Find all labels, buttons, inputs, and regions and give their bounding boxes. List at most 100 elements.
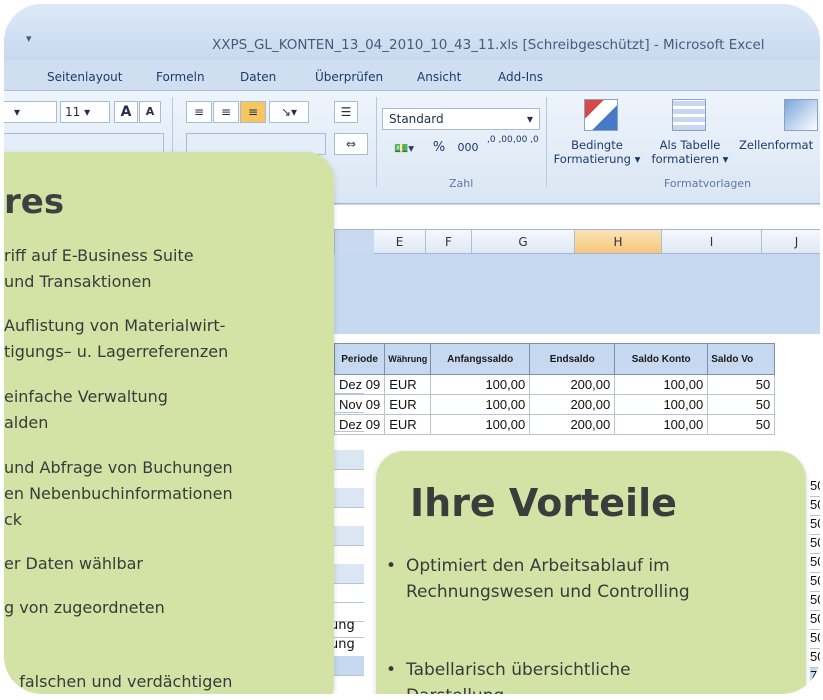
grow-font-button[interactable]: A [114, 101, 138, 123]
partial-value-cell[interactable]: 50 [810, 573, 820, 592]
table-row[interactable]: Nov 09 EUR 100,00 200,00 100,00 50 [333, 394, 776, 415]
font-name-dropdown[interactable]: ▾ [4, 101, 57, 123]
table-row[interactable]: Dez 09 EUR 100,00 200,00 100,00 50 [333, 374, 776, 395]
align-top-button[interactable]: ≡ [186, 101, 212, 123]
cell-anfangssaldo[interactable]: 100,00 [430, 374, 531, 395]
cell-periode[interactable]: Dez 09 [333, 374, 386, 395]
partial-value-cell[interactable]: 50 [810, 478, 820, 497]
conditional-formatting-button[interactable]: Bedingte Formatierung ▾ [549, 138, 645, 166]
partial-value-cell[interactable]: 50 [810, 554, 820, 573]
table-header[interactable]: Saldo Konto [614, 343, 709, 375]
feature-line: er Daten wählbar [4, 554, 143, 573]
increase-decimal-button[interactable]: ,0 ,00 [487, 135, 513, 146]
feature-line: ck [4, 510, 23, 529]
column-header-j[interactable]: J [762, 230, 820, 254]
cell-anfangssaldo[interactable]: 100,00 [430, 394, 531, 415]
table-header[interactable]: Endsaldo [529, 343, 616, 375]
shrink-font-button[interactable]: A [139, 101, 161, 123]
partial-value-cell[interactable]: 50 [810, 535, 820, 554]
cond-format-label-2: Formatierung [553, 152, 631, 166]
merge-center-icon[interactable]: ⇔ [334, 133, 368, 155]
cell-saldo-vo[interactable]: 50 [707, 394, 776, 415]
cell-waehrung[interactable]: EUR [384, 374, 432, 395]
feature-line: und Abfrage von Buchungen [4, 458, 233, 477]
column-header-i[interactable]: I [662, 230, 762, 254]
table-header[interactable]: Anfangssaldo [430, 343, 531, 375]
format-as-table-button[interactable]: Als Tabelle formatieren ▾ [644, 138, 736, 166]
feature-line: n falschen und verdächtigen [4, 672, 233, 691]
cell-saldo-vo[interactable]: 50 [707, 374, 776, 395]
benefit-item: • Tabellarisch übersichtliche Darstellun… [386, 657, 726, 694]
feature-line: riff auf E-Business Suite [4, 246, 194, 265]
conditional-formatting-icon [584, 99, 618, 131]
tab-ueberpruefen[interactable]: Überprüfen [315, 70, 383, 84]
table-header[interactable]: Währung [384, 343, 432, 375]
partial-value-cell[interactable]: 50 [810, 649, 820, 668]
tab-add-ins[interactable]: Add-Ins [498, 70, 543, 84]
orientation-button[interactable]: ↘▾ [269, 101, 309, 123]
tab-daten[interactable]: Daten [240, 70, 276, 84]
data-table: Periode Währung Anfangssaldo Endsaldo Sa… [333, 343, 776, 435]
as-table-label-1: Als Tabelle [659, 138, 721, 152]
cell-saldo-konto[interactable]: 100,00 [614, 374, 709, 395]
cell-anfangssaldo[interactable]: 100,00 [430, 414, 531, 435]
cell-endsaldo[interactable]: 200,00 [529, 374, 616, 395]
cell-endsaldo[interactable]: 200,00 [529, 394, 616, 415]
table-header[interactable]: Saldo Vo [707, 343, 776, 375]
cell-styles-icon [784, 99, 818, 131]
partial-value-cell[interactable]: 50 [810, 592, 820, 611]
partial-value-cell[interactable]: 50 [810, 611, 820, 630]
features-card: res riff auf E-Business Suite und Transak… [4, 152, 334, 694]
feature-line: und Transaktionen [4, 272, 152, 291]
partial-value-cell[interactable]: 50 [810, 497, 820, 516]
number-group-label: Zahl [449, 177, 474, 190]
wrap-text-icon[interactable]: ☰ [334, 101, 358, 123]
feature-line: Auflistung von Materialwirt- [4, 316, 226, 335]
title-bar: ▾ XXPS_GL_KONTEN_13_04_2010_10_43_11.xls… [4, 4, 820, 60]
tab-seitenlayout[interactable]: Seitenlayout [47, 70, 122, 84]
as-table-label-2: formatieren [651, 152, 720, 166]
align-bottom-button[interactable]: ≡ [240, 101, 266, 123]
accounting-format-button[interactable]: 💵▾ [384, 141, 424, 155]
column-header-f[interactable]: F [426, 230, 472, 254]
cell-saldo-vo[interactable]: 50 [707, 414, 776, 435]
feature-line: tigungs– u. Lagerreferenzen [4, 342, 229, 361]
number-format-dropdown[interactable]: Standard ▾ [382, 108, 540, 130]
tab-ansicht[interactable]: Ansicht [417, 70, 461, 84]
cell-waehrung[interactable]: EUR [384, 394, 432, 415]
window-title: XXPS_GL_KONTEN_13_04_2010_10_43_11.xls [… [212, 37, 765, 53]
table-header[interactable]: Periode [333, 343, 386, 375]
styles-group-label: Formatvorlagen [664, 177, 752, 190]
column-header-g[interactable]: G [472, 230, 575, 254]
cell-periode[interactable]: Nov 09 [333, 394, 386, 415]
feature-line: en Nebenbuchinformationen [4, 484, 233, 503]
cond-format-label-1: Bedingte [571, 138, 623, 152]
font-size-dropdown[interactable]: 11 ▾ [60, 101, 110, 123]
partial-value-cell[interactable]: 7 [810, 668, 820, 687]
benefit-text: Tabellarisch übersichtliche Darstellung [406, 660, 631, 694]
quick-access-arrow-icon[interactable]: ▾ [26, 32, 32, 45]
partial-value-cell[interactable]: 50 [810, 516, 820, 535]
thousands-separator-button[interactable]: 000 [454, 141, 482, 155]
cell-periode[interactable]: Dez 09 [333, 414, 386, 435]
cell-waehrung[interactable]: EUR [384, 414, 432, 435]
partial-value-cell[interactable]: 50 [810, 630, 820, 649]
table-row[interactable]: Dez 09 EUR 100,00 200,00 100,00 50 [333, 414, 776, 435]
tab-formeln[interactable]: Formeln [156, 70, 205, 84]
benefits-card: Ihre Vorteile • Optimiert den Arbeitsabl… [376, 451, 806, 694]
cell-endsaldo[interactable]: 200,00 [529, 414, 616, 435]
bullet-icon: • [386, 660, 397, 680]
features-heading: res [4, 182, 65, 222]
ribbon-tabs: Seitenlayout Formeln Daten Überprüfen An… [4, 60, 820, 91]
cell-styles-button[interactable]: Zellenformat [739, 138, 820, 152]
column-header-h[interactable]: H [575, 230, 662, 254]
align-middle-button[interactable]: ≡ [213, 101, 239, 123]
column-header-e[interactable]: E [374, 230, 426, 254]
excel-window: ▾ XXPS_GL_KONTEN_13_04_2010_10_43_11.xls… [4, 4, 820, 694]
cell-saldo-konto[interactable]: 100,00 [614, 394, 709, 415]
cell-saldo-konto[interactable]: 100,00 [614, 414, 709, 435]
percent-button[interactable]: % [429, 141, 449, 155]
decrease-decimal-button[interactable]: ,00 ,0 [513, 135, 539, 146]
shrink-font-icon: A [145, 105, 155, 118]
font-size-value: 11 [65, 105, 81, 119]
